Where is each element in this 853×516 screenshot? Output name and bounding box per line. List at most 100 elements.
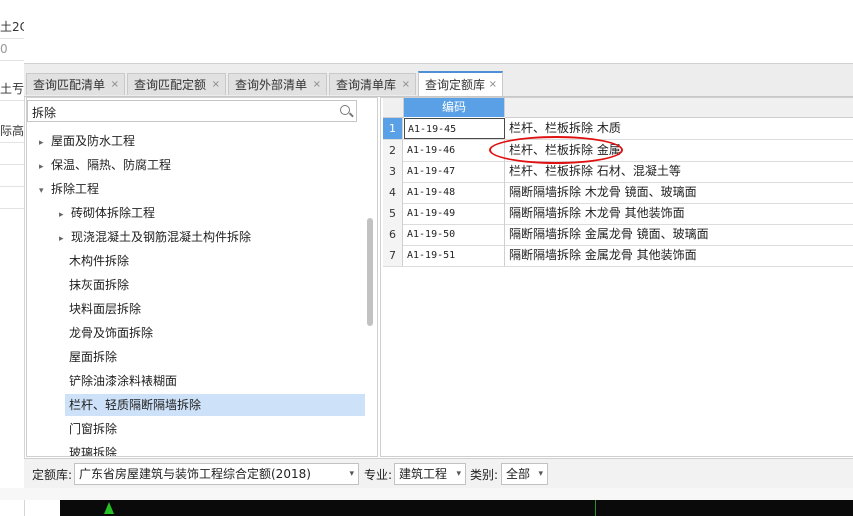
table-row[interactable]: 7 A1-19-51 隔断隔墙拆除 金属龙骨 其他装饰面 [383,245,853,267]
tree-item[interactable]: 抹灰面拆除 [69,274,129,296]
quota-name-cell[interactable]: 栏杆、栏板拆除 金属 [507,140,853,161]
top-panel [24,0,853,64]
left-strip-fragment [0,186,24,209]
table-row[interactable]: 3 A1-19-47 栏杆、栏板拆除 石材、混凝土等 [383,161,853,183]
expand-arrow-icon[interactable]: ▸ [59,228,71,250]
left-strip-fragment: 土亐 [0,78,24,101]
category-select[interactable]: 全部 ▾ [501,463,548,485]
tree-item-label: 龙骨及饰面拆除 [69,326,154,340]
quota-code-cell[interactable]: A1-19-48 [404,182,505,203]
quota-code-cell[interactable]: A1-19-51 [404,245,505,266]
left-strip-fragment: 土2C [0,16,24,39]
close-icon[interactable]: × [313,74,321,96]
collapse-arrow-icon[interactable]: ▾ [39,180,51,202]
tree-item-label: 砖砌体拆除工程 [71,206,156,220]
grid-corner-header [383,98,404,118]
quota-code-cell[interactable]: A1-19-45 [404,118,505,139]
quota-name-cell[interactable]: 隔断隔墙拆除 木龙骨 镜面、玻璃面 [507,182,853,203]
chevron-down-icon: ▾ [456,469,461,479]
close-icon[interactable]: × [402,74,410,96]
tree-item-label: 块料面层拆除 [69,302,142,316]
tree-item-label: 拆除工程 [51,182,100,196]
table-row[interactable]: 5 A1-19-49 隔断隔墙拆除 木龙骨 其他装饰面 [383,203,853,225]
library-select[interactable]: 广东省房屋建筑与装饰工程综合定额(2018) ▾ [74,463,359,485]
search-input[interactable] [28,101,334,123]
column-header-name[interactable] [505,98,853,118]
major-label: 专业: [364,468,393,482]
quota-name-cell[interactable]: 栏杆、栏板拆除 木质 [507,118,853,139]
tree-item[interactable]: 玻璃拆除 [69,442,117,456]
filter-bar: 定额库: 广东省房屋建筑与装饰工程综合定额(2018) ▾ 专业: 建筑工程 ▾… [24,458,853,489]
tree-item-label: 木构件拆除 [69,254,130,268]
tab-quota-library[interactable]: 查询定额库 × [418,71,503,96]
tree-item-selected[interactable]: 栏杆、轻质隔断隔墙拆除 [65,394,365,416]
tree-item[interactable]: ▾ 拆除工程 [39,178,99,200]
close-icon[interactable]: × [212,74,220,96]
close-icon[interactable]: × [111,74,119,96]
tree-item[interactable]: ▸ 屋面及防水工程 [39,130,135,152]
expand-arrow-icon[interactable]: ▸ [39,156,51,178]
tree-item-label: 屋面及防水工程 [51,134,136,148]
table-row[interactable]: 4 A1-19-48 隔断隔墙拆除 木龙骨 镜面、玻璃面 [383,182,853,204]
left-strip-fragment: 际高 [0,120,24,143]
library-select-value: 广东省房屋建筑与装饰工程综合定额(2018) [79,467,311,481]
row-number: 7 [383,245,403,266]
tree-item[interactable]: ▸ 保温、隔热、防腐工程 [39,154,171,176]
tree-item[interactable]: ▸ 现浇混凝土及钢筋混凝土构件拆除 [59,226,251,248]
category-select-value: 全部 [506,467,531,481]
row-number: 3 [383,161,403,182]
table-row[interactable]: 6 A1-19-50 隔断隔墙拆除 金属龙骨 镜面、玻璃面 [383,224,853,246]
row-number: 4 [383,182,403,203]
major-select-value: 建筑工程 [399,467,448,481]
quota-name-cell[interactable]: 隔断隔墙拆除 金属龙骨 镜面、玻璃面 [507,224,853,245]
quota-name-cell[interactable]: 隔断隔墙拆除 木龙骨 其他装饰面 [507,203,853,224]
quota-code-cell[interactable]: A1-19-50 [404,224,505,245]
quota-name-cell[interactable]: 栏杆、栏板拆除 石材、混凝土等 [507,161,853,182]
quota-code-cell[interactable]: A1-19-47 [404,161,505,182]
tree-item-label: 抹灰面拆除 [69,278,130,292]
library-label: 定额库: [32,468,73,482]
tab-match-quota[interactable]: 查询匹配定额 × [127,73,226,95]
close-icon[interactable]: × [489,73,497,97]
quota-grid: 编码 1 A1-19-45 栏杆、栏板拆除 木质 2 A1-19-46 栏杆、栏… [380,97,853,457]
search-box [27,100,357,123]
chevron-down-icon: ▾ [349,469,354,479]
tab-label: 查询清单库 [336,78,397,92]
tree-item-label: 保温、隔热、防腐工程 [51,158,172,172]
category-tree-panel: ▸屋面及防水工程 ▸保温、隔热、防腐工程 ▾拆除工程 ▸砖砌体拆除工程 ▸现浇混… [26,97,378,457]
green-guide-line [595,500,596,516]
tree-item[interactable]: 屋面拆除 [69,346,117,368]
chevron-down-icon: ▾ [538,469,543,479]
tree-item-label: 屋面拆除 [69,350,118,364]
tree-item[interactable]: 门窗拆除 [69,418,117,440]
expand-arrow-icon[interactable]: ▸ [59,204,71,226]
search-icon[interactable] [340,105,350,115]
tree-item-label: 栏杆、轻质隔断隔墙拆除 [69,398,202,412]
tab-label: 查询匹配清单 [33,78,106,92]
major-select[interactable]: 建筑工程 ▾ [394,463,466,485]
left-strip-fragment: 0 [0,38,24,61]
tree-item[interactable]: ▸ 砖砌体拆除工程 [59,202,155,224]
tree-item[interactable]: 木构件拆除 [69,250,129,272]
drawing-canvas-strip [60,500,853,516]
tab-label: 查询外部清单 [235,78,308,92]
column-header-code[interactable]: 编码 [404,98,505,117]
table-row[interactable]: 2 A1-19-46 栏杆、栏板拆除 金属 [383,140,853,162]
tree-item[interactable]: 块料面层拆除 [69,298,141,320]
row-number: 2 [383,140,403,161]
tree-item-label: 现浇混凝土及钢筋混凝土构件拆除 [71,230,252,244]
tree-scrollbar[interactable] [367,218,373,326]
tree-item[interactable]: 龙骨及饰面拆除 [69,322,153,344]
tree-item-label: 铲除油漆涂料裱糊面 [69,374,178,388]
expand-arrow-icon[interactable]: ▸ [39,132,51,154]
quota-code-cell[interactable]: A1-19-46 [404,140,505,161]
left-strip-fragment [0,164,24,187]
quota-name-cell[interactable]: 隔断隔墙拆除 金属龙骨 其他装饰面 [507,245,853,266]
quota-code-cell[interactable]: A1-19-49 [404,203,505,224]
tab-external-list[interactable]: 查询外部清单 × [228,73,327,95]
tab-match-list[interactable]: 查询匹配清单 × [26,73,125,95]
tree-item[interactable]: 铲除油漆涂料裱糊面 [69,370,177,392]
tab-list-library[interactable]: 查询清单库 × [329,73,416,95]
table-row[interactable]: 1 A1-19-45 栏杆、栏板拆除 木质 [383,118,853,140]
row-number: 1 [383,118,403,139]
